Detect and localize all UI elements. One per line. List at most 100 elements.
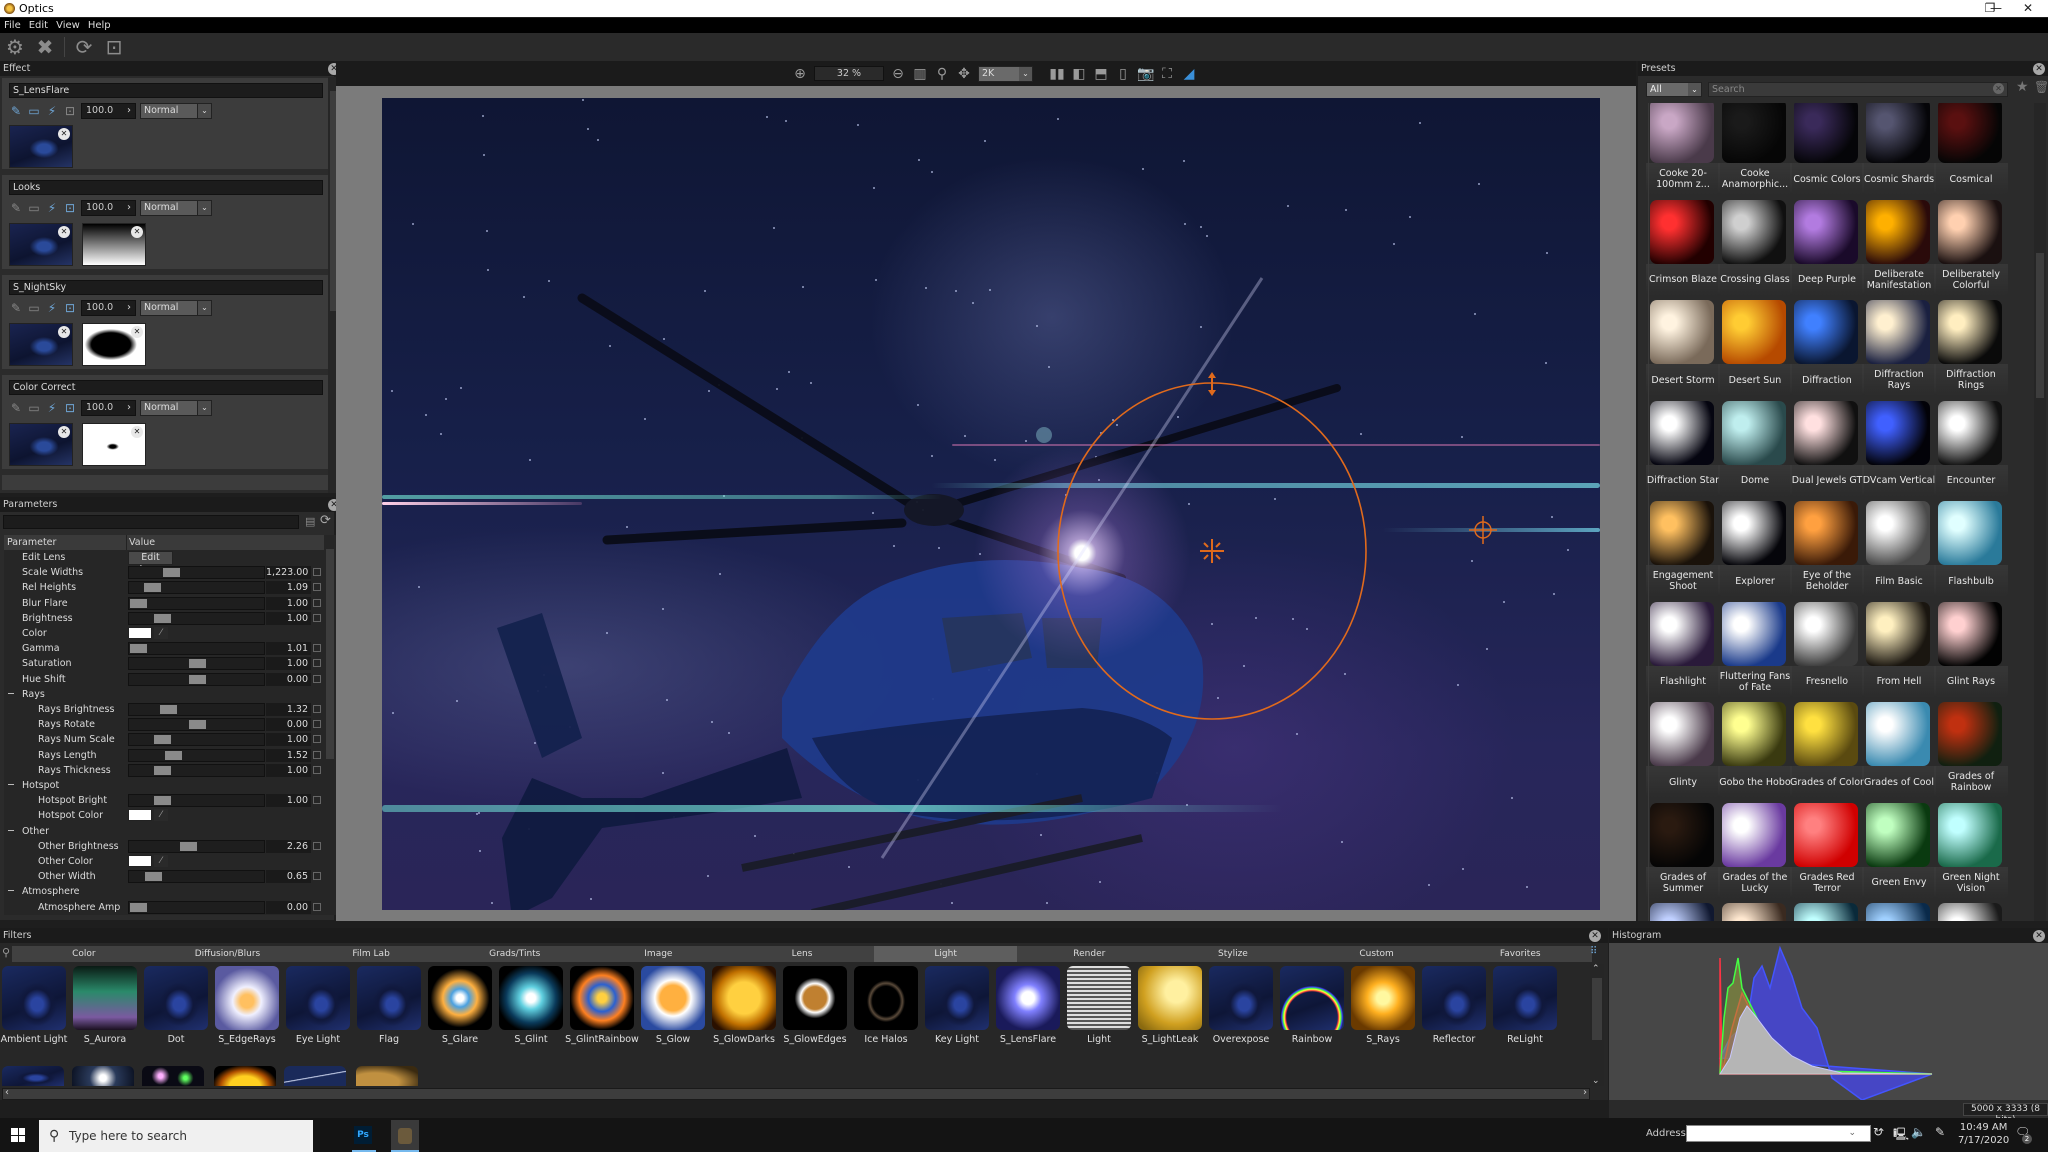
parameter-value[interactable]: 0.00 (266, 900, 311, 914)
filter-thumbnail[interactable] (286, 966, 350, 1030)
split-vertical-icon[interactable]: ▮▮ (1049, 66, 1065, 82)
lightning-icon[interactable]: ⚡ (45, 104, 59, 118)
layer-opacity-input[interactable]: 100.0 › (81, 103, 136, 119)
filter-thumbnail[interactable] (1209, 966, 1273, 1030)
preset-item[interactable]: Crimson Blaze (1646, 199, 1720, 296)
preset-item[interactable]: Gobo the Hobo (1718, 702, 1792, 798)
edit-layer-icon[interactable]: ✎ (9, 201, 23, 215)
taskbar-clock[interactable]: 10:49 AM 7/17/2020 (1958, 1121, 2009, 1147)
eyedropper-icon[interactable]: ⁄ (154, 855, 168, 867)
zoom-out-icon[interactable]: ⊖ (890, 66, 906, 82)
preset-thumbnail[interactable] (1650, 802, 1714, 867)
filter-thumbnail[interactable] (1351, 966, 1415, 1030)
lightning-icon[interactable]: ⚡ (45, 201, 59, 215)
preset-thumbnail[interactable] (1722, 903, 1786, 921)
parameter-value[interactable]: 1.00 (266, 794, 311, 808)
preset-thumbnail[interactable] (1794, 501, 1858, 565)
preset-thumbnail[interactable] (1722, 103, 1786, 163)
preset-thumbnail[interactable] (1650, 199, 1714, 264)
preset-thumbnail[interactable] (1794, 400, 1858, 465)
parameter-slider[interactable] (128, 672, 265, 686)
preset-thumbnail[interactable] (1938, 103, 2002, 163)
split-horizontal-icon[interactable]: ⬒ (1093, 66, 1109, 82)
effect-layer[interactable]: S_NightSky ✎ ▭ ⚡ ⊡ 100.0 › Normal ⌄ ✕ ✕ (2, 275, 328, 372)
filter-thumbnail[interactable] (641, 966, 705, 1030)
address-input[interactable]: ⌄ (1686, 1125, 1871, 1142)
presets-category-select[interactable]: All ⌄ (1646, 82, 1702, 97)
blend-mode-select[interactable]: Normal ⌄ (140, 103, 212, 119)
slider-knob[interactable] (130, 644, 147, 654)
grid-view-icon[interactable]: ⠿ (1590, 946, 1597, 957)
preset-item[interactable]: Crossing Glass (1718, 199, 1792, 296)
filter-item[interactable]: Overexpose (1209, 966, 1273, 1066)
keyframe-toggle-icon[interactable] (313, 735, 321, 744)
preset-thumbnail[interactable] (1866, 400, 1930, 465)
preset-thumbnail[interactable] (1938, 501, 2002, 565)
zoom-level-input[interactable]: 32 % (814, 66, 884, 81)
refresh-icon[interactable]: ⟳ (73, 35, 95, 59)
filter-thumbnail[interactable] (783, 966, 847, 1030)
slider-knob[interactable] (130, 902, 147, 912)
keyframe-toggle-icon[interactable] (313, 765, 321, 774)
parameter-value[interactable]: 1.00 (266, 763, 311, 777)
filter-thumbnail[interactable] (925, 966, 989, 1030)
collapse-icon[interactable] (8, 829, 14, 831)
preset-thumbnail[interactable] (1794, 802, 1858, 867)
preset-thumbnail[interactable] (1938, 702, 2002, 766)
monitor-icon[interactable]: ▭ (27, 401, 41, 415)
edit-layer-icon[interactable]: ✎ (9, 104, 23, 118)
preset-item[interactable]: Flashlight (1646, 601, 1720, 698)
preset-thumbnail[interactable] (1866, 702, 1930, 766)
save-preset-icon[interactable]: ▤ (305, 515, 315, 528)
effect-layer-name[interactable]: Looks (9, 180, 323, 195)
filter-thumbnail[interactable] (357, 966, 421, 1030)
keyframe-toggle-icon[interactable] (313, 705, 321, 713)
parameter-slider[interactable] (128, 733, 265, 747)
chevron-right-icon[interactable]: › (127, 201, 131, 215)
parameter-value[interactable]: 1.32 (266, 703, 311, 716)
parameter-value[interactable]: 1,223.00 (266, 566, 311, 580)
filter-item[interactable]: S_Rays (1351, 966, 1415, 1066)
fit-image-icon[interactable]: ⛶ (1159, 66, 1175, 82)
preset-item[interactable]: Green Envy (1862, 802, 1936, 899)
preset-thumbnail[interactable] (1938, 903, 2002, 921)
filter-thumbnail[interactable] (499, 966, 563, 1030)
preset-thumbnail[interactable] (1938, 601, 2002, 666)
preset-thumbnail[interactable] (1794, 702, 1858, 766)
histogram-panel-close-icon[interactable]: ✕ (2033, 930, 2045, 942)
color-swatch[interactable] (128, 627, 152, 639)
preset-item[interactable] (1938, 903, 2004, 921)
pen-icon[interactable]: ✎ (1935, 1125, 1945, 1139)
preset-thumbnail[interactable] (1866, 601, 1930, 666)
filter-item[interactable]: S_LightLeak (1138, 966, 1202, 1066)
filter-thumb-partial[interactable] (356, 1066, 418, 1086)
mask-thumbnail[interactable]: ✕ (82, 223, 146, 266)
canvas-area[interactable] (336, 86, 1636, 921)
parameters-scrollbar[interactable] (324, 535, 336, 915)
layer-opacity-input[interactable]: 100.0 › (81, 200, 136, 216)
parameter-value[interactable]: 1.09 (266, 581, 311, 595)
preset-item[interactable]: Deliberate Manifestation (1862, 199, 1936, 296)
effect-layer[interactable]: Looks ✎ ▭ ⚡ ⊡ 100.0 › Normal ⌄ ✕ ✕ (2, 175, 328, 272)
lightning-icon[interactable]: ⚡ (45, 301, 59, 315)
remove-mask-icon[interactable]: ✕ (131, 326, 143, 338)
preset-item[interactable]: Green Night Vision (1934, 802, 2008, 899)
preset-item[interactable]: DVcam Vertical (1862, 400, 1936, 497)
histogram-toggle-icon[interactable]: ◢ (1181, 66, 1197, 82)
monitor-icon[interactable]: ▭ (27, 104, 41, 118)
preset-item[interactable]: Film Basic (1862, 501, 1936, 597)
magnify-icon[interactable]: ⚲ (934, 66, 950, 82)
presets-panel-close-icon[interactable]: ✕ (2033, 63, 2045, 75)
keyframe-toggle-icon[interactable] (313, 872, 321, 881)
preset-item[interactable] (1794, 903, 1860, 921)
chevron-right-icon[interactable]: › (127, 104, 131, 118)
preset-item[interactable]: Eye of the Beholder (1790, 501, 1864, 597)
single-view-icon[interactable]: ▯ (1115, 66, 1131, 82)
chevron-right-icon[interactable]: › (127, 401, 131, 415)
filter-thumb-partial[interactable] (142, 1066, 204, 1086)
preset-item[interactable]: Engagement Shoot (1646, 501, 1720, 597)
preset-thumbnail[interactable] (1866, 199, 1930, 264)
preset-item[interactable]: Fluttering Fans of Fate (1718, 601, 1792, 698)
preset-item[interactable]: Deliberately Colorful (1934, 199, 2008, 296)
pan-icon[interactable]: ✥ (956, 66, 972, 82)
